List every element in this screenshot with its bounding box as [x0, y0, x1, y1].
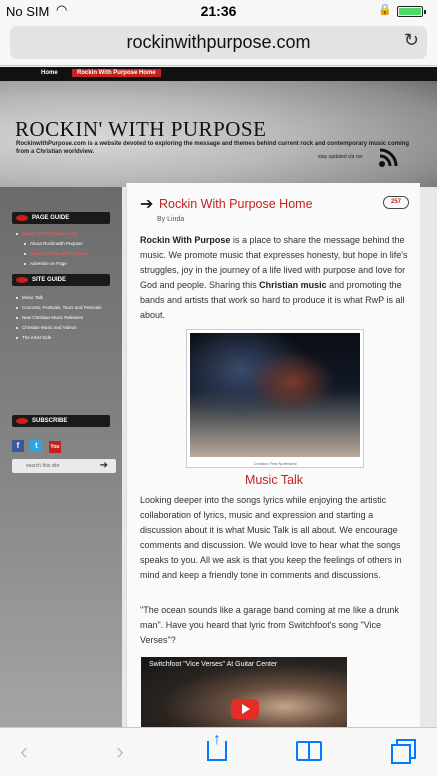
battery-icon	[397, 6, 426, 17]
url-text[interactable]: rockinwithpurpose.com	[10, 32, 427, 53]
site-guide-item[interactable]: New Christian Music Releases	[16, 313, 116, 323]
search-input[interactable]: search this site ➔	[12, 459, 116, 473]
forward-icon[interactable]: ›	[116, 738, 124, 766]
concert-image	[190, 333, 360, 457]
facebook-icon[interactable]: f	[12, 440, 24, 452]
top-nav: Home Rockin With Purpose Home	[0, 67, 437, 81]
photo-caption: Creation Fest Northwest	[253, 461, 297, 466]
video-embed[interactable]: Switchfoot "Vice Verses" At Guitar Cente…	[141, 657, 347, 727]
page-guide-item[interactable]: About Rockinwith Purpose	[16, 239, 116, 249]
site-title[interactable]: ROCKIN' WITH PURPOSE	[15, 117, 266, 142]
main-content: ➔ Rockin With Purpose Home 257 By Linda …	[126, 183, 420, 727]
search-arrow-icon[interactable]: ➔	[100, 460, 108, 471]
browser-address-area: rockinwithpurpose.com ↻	[0, 22, 437, 66]
lyric-paragraph: "The ocean sounds like a garage band com…	[140, 605, 399, 645]
lips-icon	[16, 418, 28, 424]
page-guide-heading: PAGE GUIDE	[12, 212, 110, 224]
music-talk-heading[interactable]: Music Talk	[127, 473, 421, 487]
site-guide-list: Music Talk Concerts, Festivals, Tours an…	[16, 293, 116, 343]
web-page: Home Rockin With Purpose Home ROCKIN' WI…	[0, 67, 437, 727]
site-guide-item[interactable]: Music Talk	[16, 293, 116, 303]
search-placeholder: search this site	[26, 463, 60, 469]
address-bar[interactable]: rockinwithpurpose.com ↻	[10, 26, 427, 59]
page-guide-item[interactable]: Contact Rockin with Purpose	[16, 249, 116, 259]
youtube-icon[interactable]: You	[48, 441, 61, 453]
sidebar: PAGE GUIDE Rockin With Purpose Home Abou…	[0, 187, 122, 727]
clock: 21:36	[200, 3, 237, 19]
lips-icon	[16, 277, 28, 283]
orientation-lock-icon: 🔒	[378, 4, 392, 16]
site-guide-item[interactable]: Concerts, Festivals, Tours and Festivals	[16, 303, 116, 313]
music-talk-paragraph: Looking deeper into the songs lyrics whi…	[140, 495, 402, 580]
bookmarks-icon[interactable]	[296, 741, 322, 761]
status-bar: No SIM ◠ 21:36 🔒	[0, 0, 437, 22]
back-icon[interactable]: ‹	[20, 738, 28, 766]
site-guide-item[interactable]: Christian Music and Videos	[16, 323, 116, 333]
arrow-right-icon: ➔	[140, 196, 154, 213]
nav-rwp-home-link[interactable]: Rockin With Purpose Home	[72, 69, 161, 77]
site-guide-item[interactable]: The Artist Side	[16, 333, 116, 343]
page-guide-item[interactable]: Advertise on Page	[16, 259, 116, 269]
page-guide-item[interactable]: Rockin With Purpose Home	[16, 229, 116, 239]
twitter-icon[interactable]: t	[30, 440, 43, 452]
site-guide-heading: SITE GUIDE	[12, 274, 110, 286]
intro-paragraph: Rockin With Purpose is a place to share …	[140, 235, 408, 320]
nav-home-link[interactable]: Home	[36, 69, 63, 77]
comment-count-badge[interactable]: 257	[383, 196, 409, 209]
reload-icon[interactable]: ↻	[404, 30, 419, 51]
play-button-icon[interactable]	[231, 699, 259, 719]
post-title[interactable]: Rockin With Purpose Home	[159, 197, 313, 211]
subscribe-heading: SUBSCRIBE	[12, 415, 110, 427]
social-links: f t You	[12, 435, 63, 453]
video-title[interactable]: Switchfoot "Vice Verses" At Guitar Cente…	[149, 661, 277, 668]
post-byline: By Linda	[157, 216, 185, 223]
stay-updated-label: stay updated via rss	[318, 154, 363, 160]
browser-toolbar: ‹ › ↑	[0, 727, 437, 776]
rss-icon[interactable]	[376, 147, 402, 169]
lips-icon	[16, 215, 28, 221]
concert-photo[interactable]: Creation Fest Northwest	[186, 329, 364, 468]
page-guide-list: Rockin With Purpose Home About Rockinwit…	[16, 229, 116, 269]
